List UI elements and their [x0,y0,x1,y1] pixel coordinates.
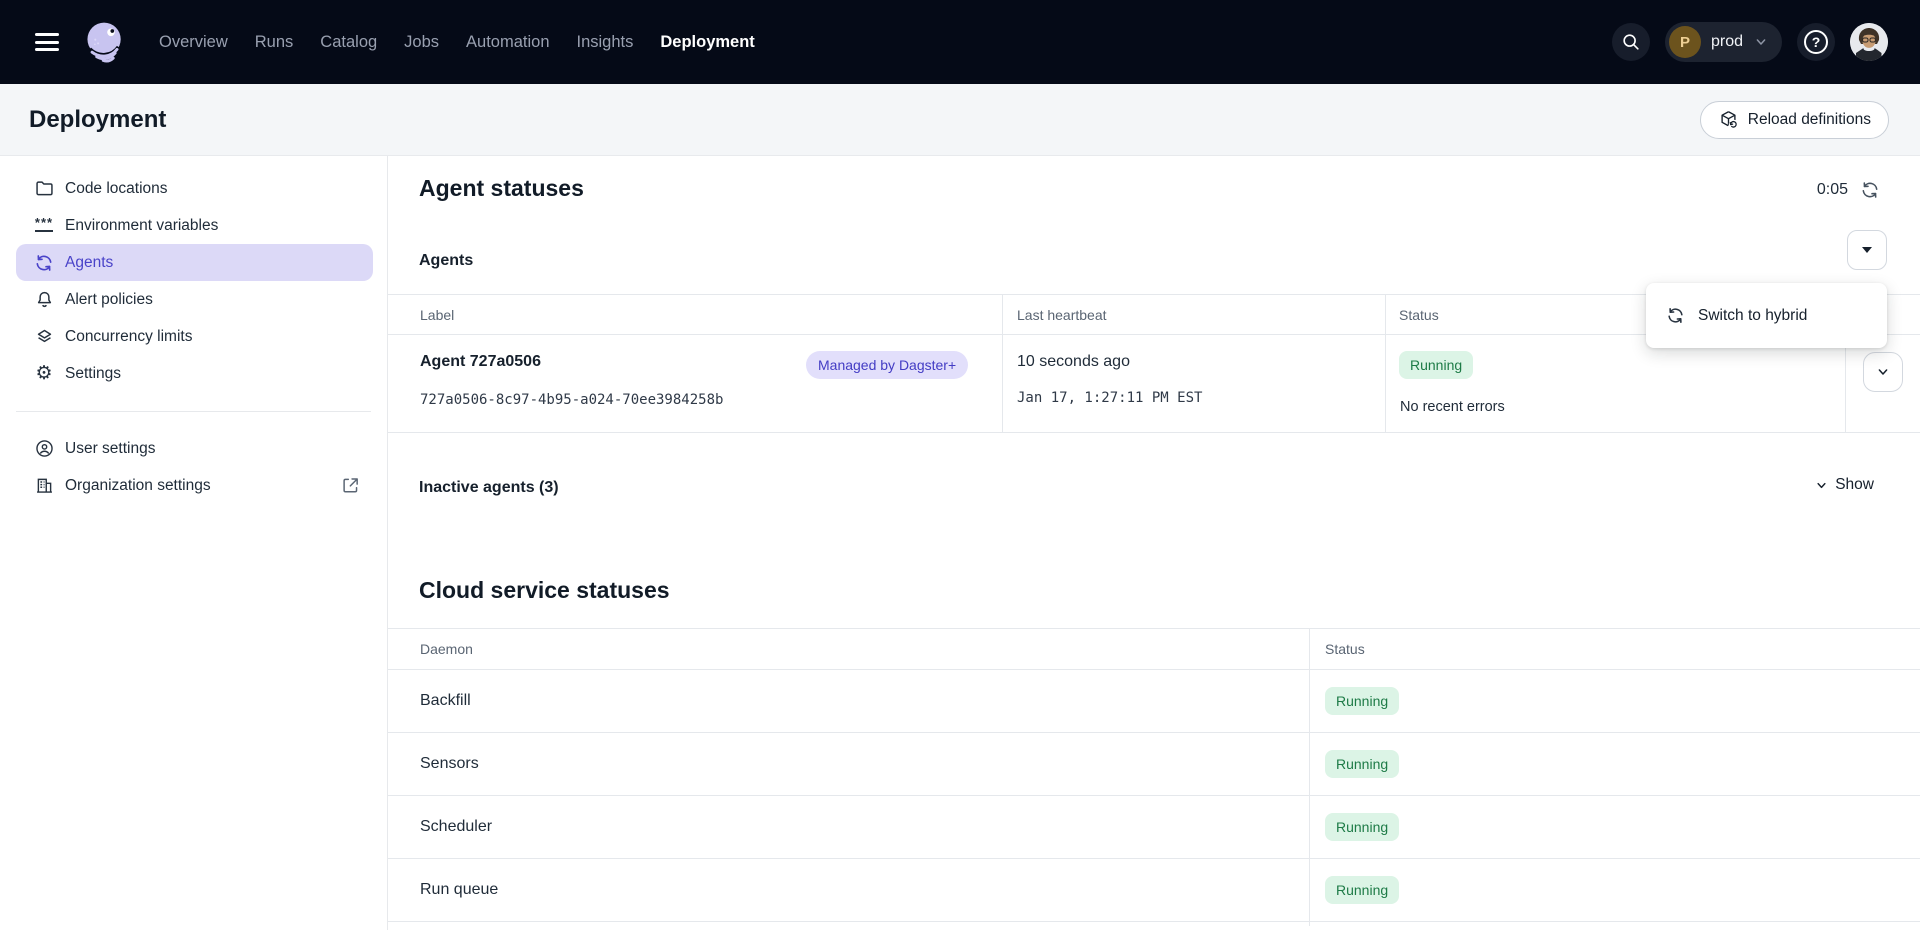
sidebar-item-label: Code locations [65,180,168,197]
sidebar-item-user-settings[interactable]: User settings [16,430,373,467]
nav-link-overview[interactable]: Overview [159,0,228,84]
sidebar-item-environment-variables[interactable]: *** Environment variables [16,207,373,244]
refresh-countdown-value: 0:05 [1817,181,1848,199]
sidebar-item-concurrency-limits[interactable]: Concurrency limits [16,318,373,355]
page-title: Deployment [29,106,166,134]
menu-item-switch-to-hybrid[interactable]: Switch to hybrid [1698,307,1807,325]
nav-link-jobs[interactable]: Jobs [404,0,439,84]
deployment-switcher[interactable]: P prod [1665,22,1782,62]
primary-nav: Overview Runs Catalog Jobs Automation In… [159,0,755,84]
refresh-icon[interactable] [1860,180,1880,200]
sidebar-item-label: User settings [65,440,155,457]
column-header-daemon: Daemon [420,629,473,670]
sidebar-divider [16,411,371,412]
reload-definitions-label: Reload definitions [1748,111,1871,129]
agent-statuses-title: Agent statuses [419,175,584,202]
daemon-row-run-queue: Run queue Running [388,859,1920,922]
nav-link-insights[interactable]: Insights [577,0,634,84]
daemon-row-backfill: Backfill Running [388,670,1920,733]
deployment-initial-badge: P [1669,26,1701,58]
cloud-services-table: Daemon Status Backfill Running Sensors R… [388,628,1920,930]
column-header-status: Status [1399,295,1439,335]
hamburger-menu-icon[interactable] [35,33,59,51]
daemon-status-badge: Running [1325,876,1399,904]
sidebar-item-settings[interactable]: ⚙ Settings [16,355,373,392]
agent-status-note: No recent errors [1400,399,1505,415]
sidebar-item-agents[interactable]: Agents [16,244,373,281]
sidebar-item-label: Organization settings [65,477,211,494]
heartbeat-relative: 10 seconds ago [1017,353,1130,371]
daemon-row-scheduler: Scheduler Running [388,796,1920,859]
search-icon[interactable] [1612,23,1650,61]
daemon-name: Backfill [420,692,471,710]
agent-row: Agent 727a0506 Managed by Dagster+ 727a0… [388,335,1920,433]
cloud-table-header: Daemon Status [388,629,1920,670]
sidebar-item-label: Environment variables [65,217,218,234]
daemon-status-badge: Running [1325,813,1399,841]
agent-status-badge: Running [1399,351,1473,379]
daemon-row-sensors: Sensors Running [388,733,1920,796]
column-header-label: Label [420,295,454,335]
cloud-service-statuses-title: Cloud service statuses [419,577,670,604]
agents-dropdown-menu: Switch to hybrid [1646,283,1887,348]
agents-section-heading: Agents [419,252,473,270]
asterisks-icon: *** [33,215,55,237]
show-inactive-agents-button[interactable]: Show [1814,476,1874,494]
agents-page-content: Agent statuses 0:05 Agents Label Last he… [388,156,1920,930]
heartbeat-timestamp: Jan 17, 1:27:11 PM EST [1017,390,1202,406]
daemon-name: Sensors [420,755,479,773]
sidebar-item-label: Agents [65,254,113,271]
daemon-status-badge: Running [1325,687,1399,715]
agents-section-menu-button[interactable] [1847,230,1887,270]
chevron-down-icon [1875,364,1891,380]
agent-id: 727a0506-8c97-4b95-a024-70ee3984258b [420,392,723,408]
user-avatar[interactable] [1850,23,1888,61]
sidebar-item-label: Concurrency limits [65,328,192,345]
caret-down-icon [1862,247,1872,253]
external-link-icon [340,475,361,496]
folder-icon [33,178,55,200]
daemon-status-badge: Running [1325,750,1399,778]
agent-sync-icon [33,252,55,274]
nav-link-catalog[interactable]: Catalog [320,0,377,84]
agent-sync-icon [1666,306,1685,325]
column-header-heartbeat: Last heartbeat [1017,295,1107,335]
agent-name-link[interactable]: Agent 727a0506 [420,353,541,371]
refresh-countdown: 0:05 [1817,180,1880,200]
nav-link-runs[interactable]: Runs [255,0,294,84]
show-label: Show [1835,476,1874,494]
help-glyph: ? [1804,30,1828,54]
page-header: Deployment Reload definitions [0,84,1920,156]
sidebar-item-label: Alert policies [65,291,153,308]
user-circle-icon [33,438,55,460]
reload-cube-icon [1718,109,1739,130]
agent-row-menu-button[interactable] [1863,352,1903,392]
daemon-name: Scheduler [420,818,492,836]
inactive-agents-label: Inactive agents (3) [419,479,559,497]
deployment-name: prod [1711,33,1743,51]
help-icon[interactable]: ? [1797,23,1835,61]
building-icon [33,475,55,497]
nav-link-automation[interactable]: Automation [466,0,549,84]
dagster-octopus-logo[interactable] [81,16,129,68]
layers-icon [33,326,55,348]
daemon-name: Run queue [420,881,498,899]
chevron-down-icon [1753,34,1769,50]
reload-definitions-button[interactable]: Reload definitions [1700,101,1889,139]
sidebar-item-label: Settings [65,365,121,382]
nav-link-deployment[interactable]: Deployment [660,0,754,84]
bell-icon [33,289,55,311]
sidebar-item-code-locations[interactable]: Code locations [16,170,373,207]
gear-icon: ⚙ [33,363,55,385]
top-navigation-bar: Overview Runs Catalog Jobs Automation In… [0,0,1920,84]
sidebar-item-alert-policies[interactable]: Alert policies [16,281,373,318]
chevron-down-icon [1814,478,1829,493]
managed-by-dagster-badge: Managed by Dagster+ [806,351,968,379]
nav-right-controls: P prod ? [1612,22,1888,62]
deployment-sidebar: Code locations *** Environment variables… [0,156,388,930]
sidebar-item-organization-settings[interactable]: Organization settings [16,467,373,504]
column-header-status: Status [1325,629,1365,670]
